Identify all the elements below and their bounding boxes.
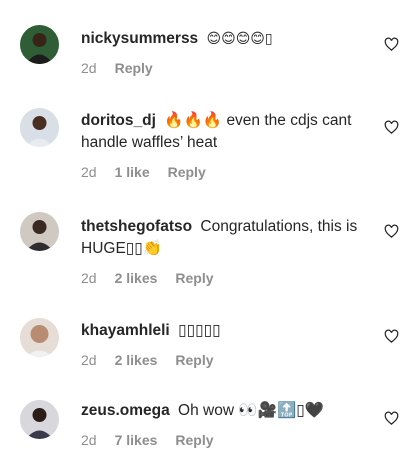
comment-time[interactable]: 2d bbox=[81, 432, 97, 448]
like-heart-icon[interactable] bbox=[384, 329, 399, 344]
comment-username[interactable]: thetshegofatso bbox=[81, 218, 192, 235]
avatar[interactable] bbox=[20, 108, 59, 147]
comment-time[interactable]: 2d bbox=[81, 60, 97, 76]
reply-button[interactable]: Reply bbox=[168, 164, 206, 180]
comment-username[interactable]: khayamhleli bbox=[81, 322, 170, 339]
comment-text: thetshegofatso Congratulations, this is … bbox=[81, 216, 371, 260]
comment-text: zeus.omega Oh wow 👀🎥🔝▯🖤 bbox=[81, 400, 371, 422]
reply-button[interactable]: Reply bbox=[175, 270, 213, 286]
reply-button[interactable]: Reply bbox=[175, 432, 213, 448]
comment-time[interactable]: 2d bbox=[81, 164, 97, 180]
comment-username[interactable]: zeus.omega bbox=[81, 402, 170, 419]
comment-content: 😊😊😊😊▯ bbox=[206, 31, 273, 47]
comment-text: doritos_dj 🔥🔥🔥 even the cdjs cant handle… bbox=[81, 110, 371, 154]
comment-username[interactable]: nickysummerss bbox=[81, 30, 198, 47]
reply-button[interactable]: Reply bbox=[115, 60, 153, 76]
comment-text: khayamhleli ▯▯▯▯▯ bbox=[81, 320, 371, 342]
like-heart-icon[interactable] bbox=[384, 411, 399, 426]
like-heart-icon[interactable] bbox=[384, 37, 399, 52]
avatar[interactable] bbox=[20, 318, 59, 357]
comment-time[interactable]: 2d bbox=[81, 270, 97, 286]
comment-username[interactable]: doritos_dj bbox=[81, 112, 156, 129]
avatar[interactable] bbox=[20, 400, 59, 439]
likes-count[interactable]: 1 like bbox=[115, 164, 150, 180]
reply-button[interactable]: Reply bbox=[175, 352, 213, 368]
comment-content: Oh wow 👀🎥🔝▯🖤 bbox=[178, 402, 325, 419]
like-heart-icon[interactable] bbox=[384, 120, 399, 135]
likes-count[interactable]: 2 likes bbox=[115, 352, 158, 368]
likes-count[interactable]: 2 likes bbox=[115, 270, 158, 286]
avatar[interactable] bbox=[20, 212, 59, 251]
comment-content: ▯▯▯▯▯ bbox=[178, 322, 221, 339]
likes-count[interactable]: 7 likes bbox=[115, 432, 158, 448]
avatar[interactable] bbox=[20, 25, 59, 64]
like-heart-icon[interactable] bbox=[384, 224, 399, 239]
comment-text: nickysummerss 😊😊😊😊▯ bbox=[81, 28, 371, 50]
comment-time[interactable]: 2d bbox=[81, 352, 97, 368]
